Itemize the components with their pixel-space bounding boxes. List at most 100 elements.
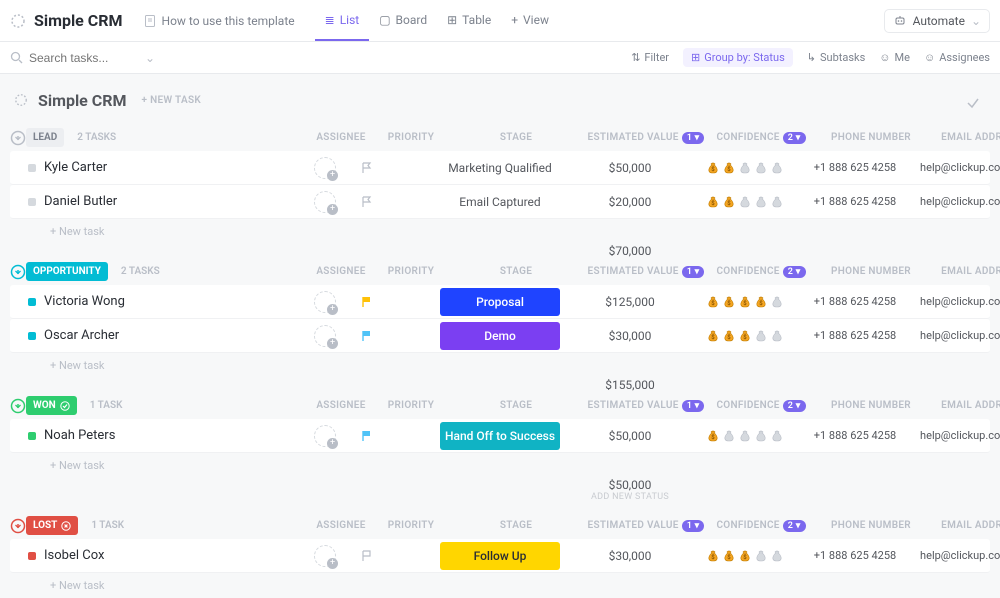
email-address[interactable]: help@clickup.com (910, 429, 1000, 442)
col-confidence[interactable]: CONFIDENCE2 ▾ (706, 266, 816, 277)
collapse-toggle[interactable] (10, 264, 26, 280)
assignee-avatar[interactable] (314, 157, 336, 179)
status-square[interactable] (28, 164, 36, 172)
status-pill-lead[interactable]: LEAD (26, 128, 64, 147)
phone-number[interactable]: +1 888 625 4258 (800, 549, 910, 562)
stage-chip[interactable]: Proposal (440, 288, 560, 316)
col-stage[interactable]: STAGE (446, 266, 586, 277)
col-email[interactable]: EMAIL ADDRESS (926, 520, 1000, 531)
col-priority[interactable]: PRIORITY (376, 266, 446, 277)
email-address[interactable]: help@clickup.com (910, 195, 1000, 208)
chevron-down-icon[interactable]: ⌄ (145, 51, 155, 65)
phone-number[interactable]: +1 888 625 4258 (800, 195, 910, 208)
est-value[interactable]: $20,000 (570, 195, 690, 209)
automate-button[interactable]: Automate ⌄ (884, 9, 990, 33)
status-square[interactable] (28, 432, 36, 440)
assignee-avatar[interactable] (314, 191, 336, 213)
phone-number[interactable]: +1 888 625 4258 (800, 429, 910, 442)
new-task-row[interactable]: + New task (10, 219, 990, 244)
col-est-value[interactable]: ESTIMATED VALUE1 ▾ (586, 132, 706, 143)
email-address[interactable]: help@clickup.com (910, 549, 1000, 562)
assignee-avatar[interactable] (314, 291, 336, 313)
col-assignee[interactable]: ASSIGNEE (306, 400, 376, 411)
est-value[interactable]: $30,000 (570, 329, 690, 343)
task-name[interactable]: Noah Peters (44, 428, 115, 443)
task-row[interactable]: Noah Peters Hand Off to Success $50,000 … (10, 419, 990, 453)
col-stage[interactable]: STAGE (446, 132, 586, 143)
col-email[interactable]: EMAIL ADDRESS (926, 132, 1000, 143)
assignee-avatar[interactable] (314, 425, 336, 447)
col-stage[interactable]: STAGE (446, 520, 586, 531)
view-tab-addview[interactable]: +View (501, 1, 559, 41)
confidence-rating[interactable]: $$$ (690, 549, 800, 563)
subtasks-button[interactable]: ↳ Subtasks (807, 51, 866, 64)
col-phone[interactable]: PHONE NUMBER (816, 132, 926, 143)
status-square[interactable] (28, 552, 36, 560)
priority-flag[interactable] (360, 295, 430, 308)
new-task-row[interactable]: + New task (10, 573, 990, 598)
assignees-button[interactable]: ☺ Assignees (924, 51, 990, 64)
confidence-rating[interactable]: $$ (690, 195, 800, 209)
col-phone[interactable]: PHONE NUMBER (816, 520, 926, 531)
est-value[interactable]: $50,000 (570, 161, 690, 175)
task-row[interactable]: Isobel Cox Follow Up $30,000 $$$ +1 888 … (10, 539, 990, 573)
confidence-rating[interactable]: $$$$ (690, 295, 800, 309)
status-pill-won[interactable]: WON (26, 396, 77, 415)
est-value[interactable]: $50,000 (570, 429, 690, 443)
status-square[interactable] (28, 332, 36, 340)
col-confidence[interactable]: CONFIDENCE2 ▾ (706, 132, 816, 143)
groupby-button[interactable]: ⊞ Group by: Status (683, 48, 793, 67)
col-confidence[interactable]: CONFIDENCE2 ▾ (706, 400, 816, 411)
est-value[interactable]: $125,000 (570, 295, 690, 309)
priority-flag[interactable] (360, 195, 430, 208)
phone-number[interactable]: +1 888 625 4258 (800, 329, 910, 342)
collapse-toggle[interactable] (10, 398, 26, 414)
task-row[interactable]: Oscar Archer Demo $30,000 $$$ +1 888 625… (10, 319, 990, 353)
stage-chip[interactable]: Hand Off to Success (440, 422, 560, 450)
task-name[interactable]: Victoria Wong (44, 294, 125, 309)
status-square[interactable] (28, 198, 36, 206)
new-task-button[interactable]: + NEW TASK (137, 92, 207, 109)
email-address[interactable]: help@clickup.com (910, 329, 1000, 342)
priority-flag[interactable] (360, 161, 430, 174)
col-assignee[interactable]: ASSIGNEE (306, 520, 376, 531)
task-name[interactable]: Kyle Carter (44, 160, 107, 175)
status-square[interactable] (28, 298, 36, 306)
view-tab-table[interactable]: ⊞Table (437, 1, 501, 41)
new-task-row[interactable]: + New task (10, 353, 990, 378)
me-button[interactable]: ☺ Me (879, 51, 910, 64)
collapse-toggle[interactable] (10, 130, 26, 146)
task-name[interactable]: Isobel Cox (44, 548, 104, 563)
task-name[interactable]: Daniel Butler (44, 194, 117, 209)
col-assignee[interactable]: ASSIGNEE (306, 132, 376, 143)
email-address[interactable]: help@clickup.com (910, 295, 1000, 308)
filter-button[interactable]: ⇅ Filter (631, 51, 669, 64)
stage-chip[interactable]: Demo (440, 322, 560, 350)
search-input[interactable] (29, 51, 139, 65)
phone-number[interactable]: +1 888 625 4258 (800, 161, 910, 174)
template-link[interactable]: How to use this template (143, 14, 295, 28)
confidence-rating[interactable]: $ (690, 429, 800, 443)
confidence-rating[interactable]: $$$ (690, 329, 800, 343)
col-assignee[interactable]: ASSIGNEE (306, 266, 376, 277)
assignee-avatar[interactable] (314, 545, 336, 567)
status-pill-opportunity[interactable]: OPPORTUNITY (26, 262, 108, 281)
col-est-value[interactable]: ESTIMATED VALUE1 ▾ (586, 520, 706, 531)
task-name[interactable]: Oscar Archer (44, 328, 119, 343)
col-confidence[interactable]: CONFIDENCE2 ▾ (706, 520, 816, 531)
col-est-value[interactable]: ESTIMATED VALUE1 ▾ (586, 400, 706, 411)
new-task-row[interactable]: + New task (10, 453, 990, 478)
assignee-avatar[interactable] (314, 325, 336, 347)
col-priority[interactable]: PRIORITY (376, 132, 446, 143)
view-tab-list[interactable]: ≣List (315, 1, 370, 41)
priority-flag[interactable] (360, 549, 430, 562)
stage-chip[interactable]: Follow Up (440, 542, 560, 570)
add-status-button[interactable]: ADD NEW STATUS (570, 492, 690, 512)
col-email[interactable]: EMAIL ADDRESS (926, 400, 1000, 411)
phone-number[interactable]: +1 888 625 4258 (800, 295, 910, 308)
col-stage[interactable]: STAGE (446, 400, 586, 411)
col-est-value[interactable]: ESTIMATED VALUE1 ▾ (586, 266, 706, 277)
view-tab-board[interactable]: ▢Board (369, 1, 437, 41)
stage-text[interactable]: Marketing Qualified (448, 161, 552, 175)
confidence-rating[interactable]: $$ (690, 161, 800, 175)
